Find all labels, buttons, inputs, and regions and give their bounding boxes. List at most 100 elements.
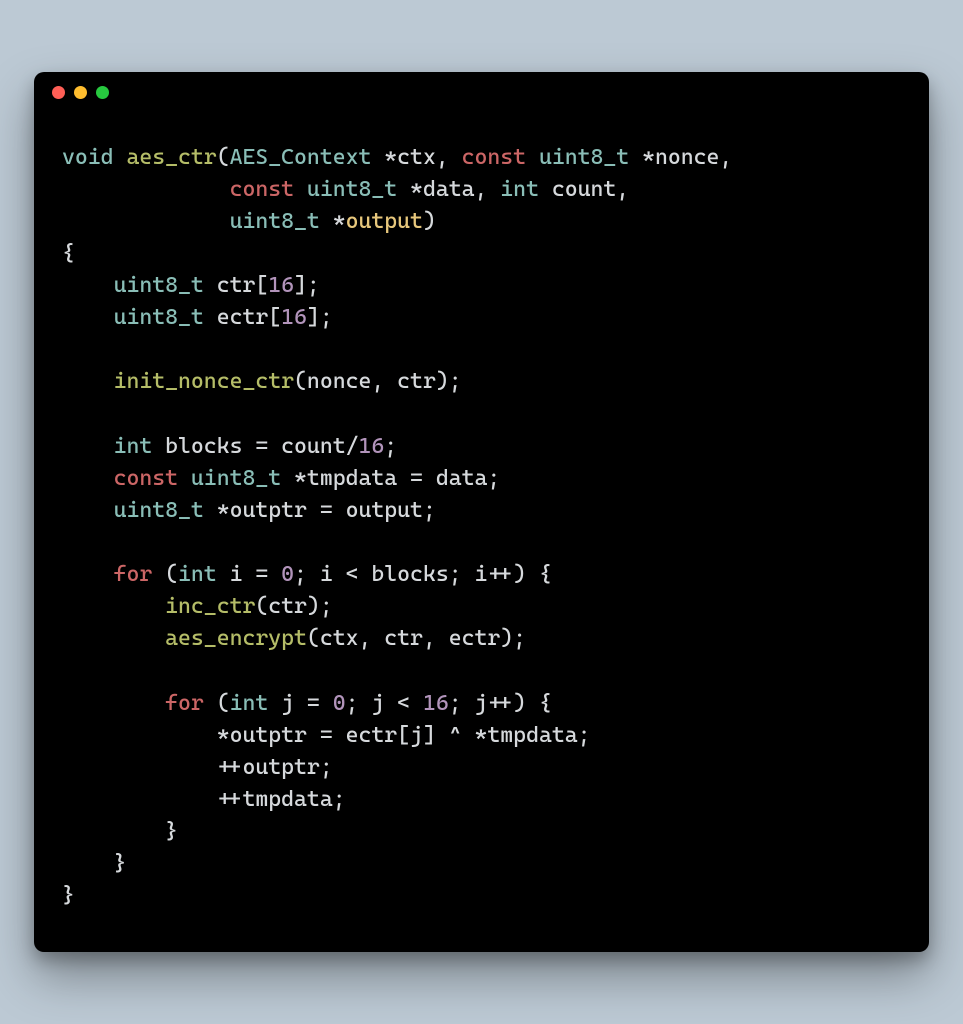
code-line: aes_encrypt(ctx, ctr, ectr); xyxy=(62,626,526,651)
code-token-fn: inc_ctr xyxy=(165,594,255,619)
code-token-punct: , xyxy=(371,369,397,394)
code-token-id: blocks xyxy=(371,562,448,587)
code-token-fn: aes_ctr xyxy=(126,145,216,170)
code-token-id: ectr xyxy=(346,723,398,748)
code-token-punct xyxy=(114,145,127,170)
code-token-punct: [ xyxy=(397,723,410,748)
code-token-type: AES_Context xyxy=(230,145,372,170)
code-token-punct xyxy=(62,177,230,202)
code-token-punct: ) xyxy=(423,209,436,234)
code-block: void aes_ctr ( AES_Context * ctx, const uin… xyxy=(34,114,929,953)
code-token-punct xyxy=(62,498,114,523)
code-token-punct: * xyxy=(281,466,307,491)
code-token-punct: * xyxy=(204,498,230,523)
code-token-punct: ++) { xyxy=(487,691,551,716)
code-token-id: ctr xyxy=(268,594,307,619)
code-token-punct: ); xyxy=(500,626,526,651)
code-token-id: ctr xyxy=(384,626,423,651)
code-line: uint8_t *outptr = output; xyxy=(62,498,436,523)
code-window: void aes_ctr ( AES_Context * ctx, const uin… xyxy=(34,72,929,953)
code-token-id: count xyxy=(552,177,616,202)
code-token-punct: , xyxy=(475,177,501,202)
code-token-type: uint8_t xyxy=(230,209,320,234)
code-token-punct xyxy=(62,594,165,619)
code-token-type: uint8_t xyxy=(539,145,629,170)
code-token-id: j xyxy=(475,691,488,716)
code-token-punct: = xyxy=(294,691,333,716)
code-token-punct: = xyxy=(242,562,281,587)
code-token-punct: ++ xyxy=(62,787,242,812)
code-token-punct: * xyxy=(320,209,346,234)
code-token-fn: aes_encrypt xyxy=(165,626,307,651)
code-token-id: ectr xyxy=(217,305,269,330)
code-token-punct: ]; xyxy=(294,273,320,298)
code-token-punct: ( xyxy=(255,594,268,619)
code-token-type: int xyxy=(230,691,269,716)
code-line: void aes_ctr(AES_Context *ctx, const uin… xyxy=(62,145,732,170)
code-token-type: int xyxy=(500,177,539,202)
code-line: for (int j = 0; j < 16; j++) { xyxy=(62,691,552,716)
zoom-icon[interactable] xyxy=(96,86,109,99)
code-token-id: count xyxy=(281,434,345,459)
code-token-punct: * xyxy=(397,177,423,202)
code-token-num: 0 xyxy=(333,691,346,716)
code-line: uint8_t ectr[16]; xyxy=(62,305,333,330)
code-token-punct: , xyxy=(358,626,384,651)
code-token-punct: ); xyxy=(436,369,462,394)
code-token-punct: * xyxy=(629,145,655,170)
code-token-punct xyxy=(62,466,114,491)
code-token-punct: ; xyxy=(294,562,320,587)
code-token-punct: ; xyxy=(384,434,397,459)
code-token-punct: = xyxy=(307,498,346,523)
code-line: inc_ctr(ctr); xyxy=(62,594,333,619)
code-token-id: outptr xyxy=(242,755,319,780)
code-token-punct: ( xyxy=(307,626,320,651)
code-token-id: i xyxy=(230,562,243,587)
code-token-punct: { xyxy=(62,241,75,266)
code-token-punct xyxy=(178,466,191,491)
code-token-id: j xyxy=(410,723,423,748)
code-token-punct: ; xyxy=(578,723,591,748)
code-line: int blocks = count/16; xyxy=(62,434,397,459)
code-line: } xyxy=(62,819,178,844)
code-token-type: uint8_t xyxy=(114,273,204,298)
code-token-id: tmpdata xyxy=(307,466,397,491)
code-token-id: outptr xyxy=(230,498,307,523)
code-token-id: ctr xyxy=(217,273,256,298)
code-token-type: int xyxy=(178,562,217,587)
titlebar xyxy=(34,72,929,114)
code-token-type: void xyxy=(62,145,114,170)
code-token-num: 16 xyxy=(281,305,307,330)
code-token-punct xyxy=(204,305,217,330)
code-token-punct xyxy=(217,562,230,587)
code-line: for (int i = 0; i < blocks; i++) { xyxy=(62,562,552,587)
code-token-punct: [ xyxy=(268,305,281,330)
code-token-id: j xyxy=(281,691,294,716)
code-line: init_nonce_ctr(nonce, ctr); xyxy=(62,369,462,394)
code-token-id: data xyxy=(423,177,475,202)
code-token-id: ctx xyxy=(320,626,359,651)
minimize-icon[interactable] xyxy=(74,86,87,99)
code-line: const uint8_t *tmpdata = data; xyxy=(62,466,500,491)
code-token-punct: , xyxy=(719,145,732,170)
code-token-kw: const xyxy=(114,466,178,491)
code-token-punct xyxy=(62,626,165,651)
code-line: const uint8_t *data, int count, xyxy=(62,177,629,202)
code-token-num: 16 xyxy=(268,273,294,298)
code-token-punct: ( xyxy=(204,691,230,716)
close-icon[interactable] xyxy=(52,86,65,99)
code-token-id: nonce xyxy=(307,369,371,394)
code-token-punct: / xyxy=(346,434,359,459)
code-token-id: i xyxy=(475,562,488,587)
code-token-num: 0 xyxy=(281,562,294,587)
code-token-punct: } xyxy=(62,851,126,876)
code-token-type: uint8_t xyxy=(307,177,397,202)
code-token-id: ctx xyxy=(397,145,436,170)
code-token-punct: ]; xyxy=(307,305,333,330)
code-token-punct xyxy=(62,434,114,459)
code-token-punct: [ xyxy=(255,273,268,298)
code-line: } xyxy=(62,851,126,876)
code-token-punct: ; xyxy=(449,562,475,587)
code-token-num: 16 xyxy=(423,691,449,716)
code-token-punct: ; xyxy=(333,787,346,812)
